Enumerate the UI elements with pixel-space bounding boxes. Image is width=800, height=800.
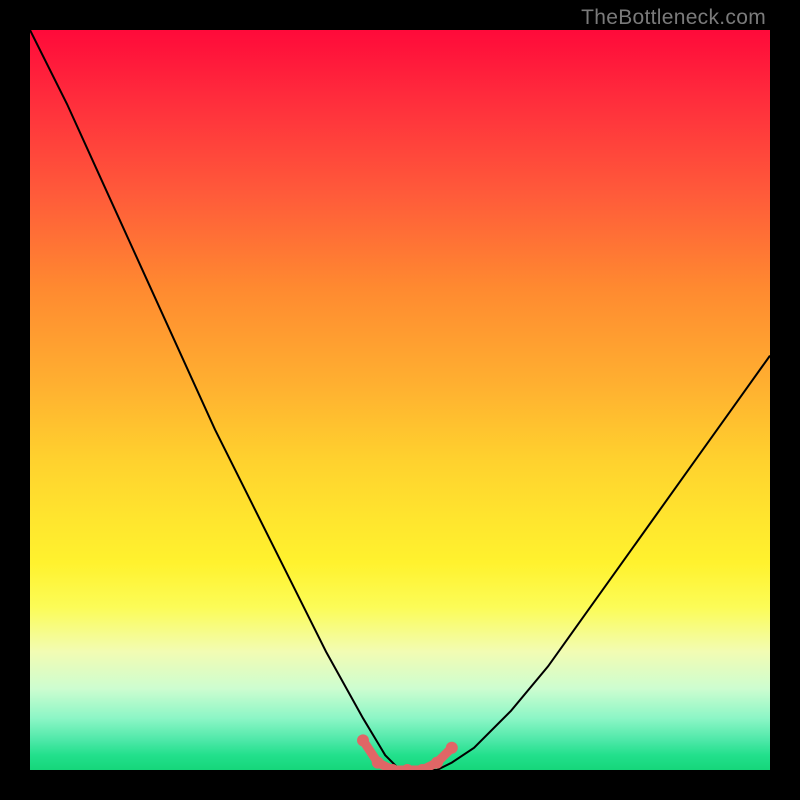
trough-marker-dot (416, 764, 428, 770)
trough-marker-line (363, 740, 452, 770)
trough-marker-dot (387, 764, 399, 770)
bottleneck-curve-svg (30, 30, 770, 770)
plot-area (30, 30, 770, 770)
chart-frame: TheBottleneck.com (0, 0, 800, 800)
trough-marker-dot (357, 734, 369, 746)
trough-marker-dot (446, 742, 458, 754)
watermark-text: TheBottleneck.com (581, 6, 766, 30)
trough-marker-dot (431, 757, 443, 769)
trough-marker-dot (401, 764, 413, 770)
trough-marker-dot (372, 757, 384, 769)
bottleneck-curve-path (30, 30, 770, 770)
trough-marker-group (357, 734, 458, 770)
